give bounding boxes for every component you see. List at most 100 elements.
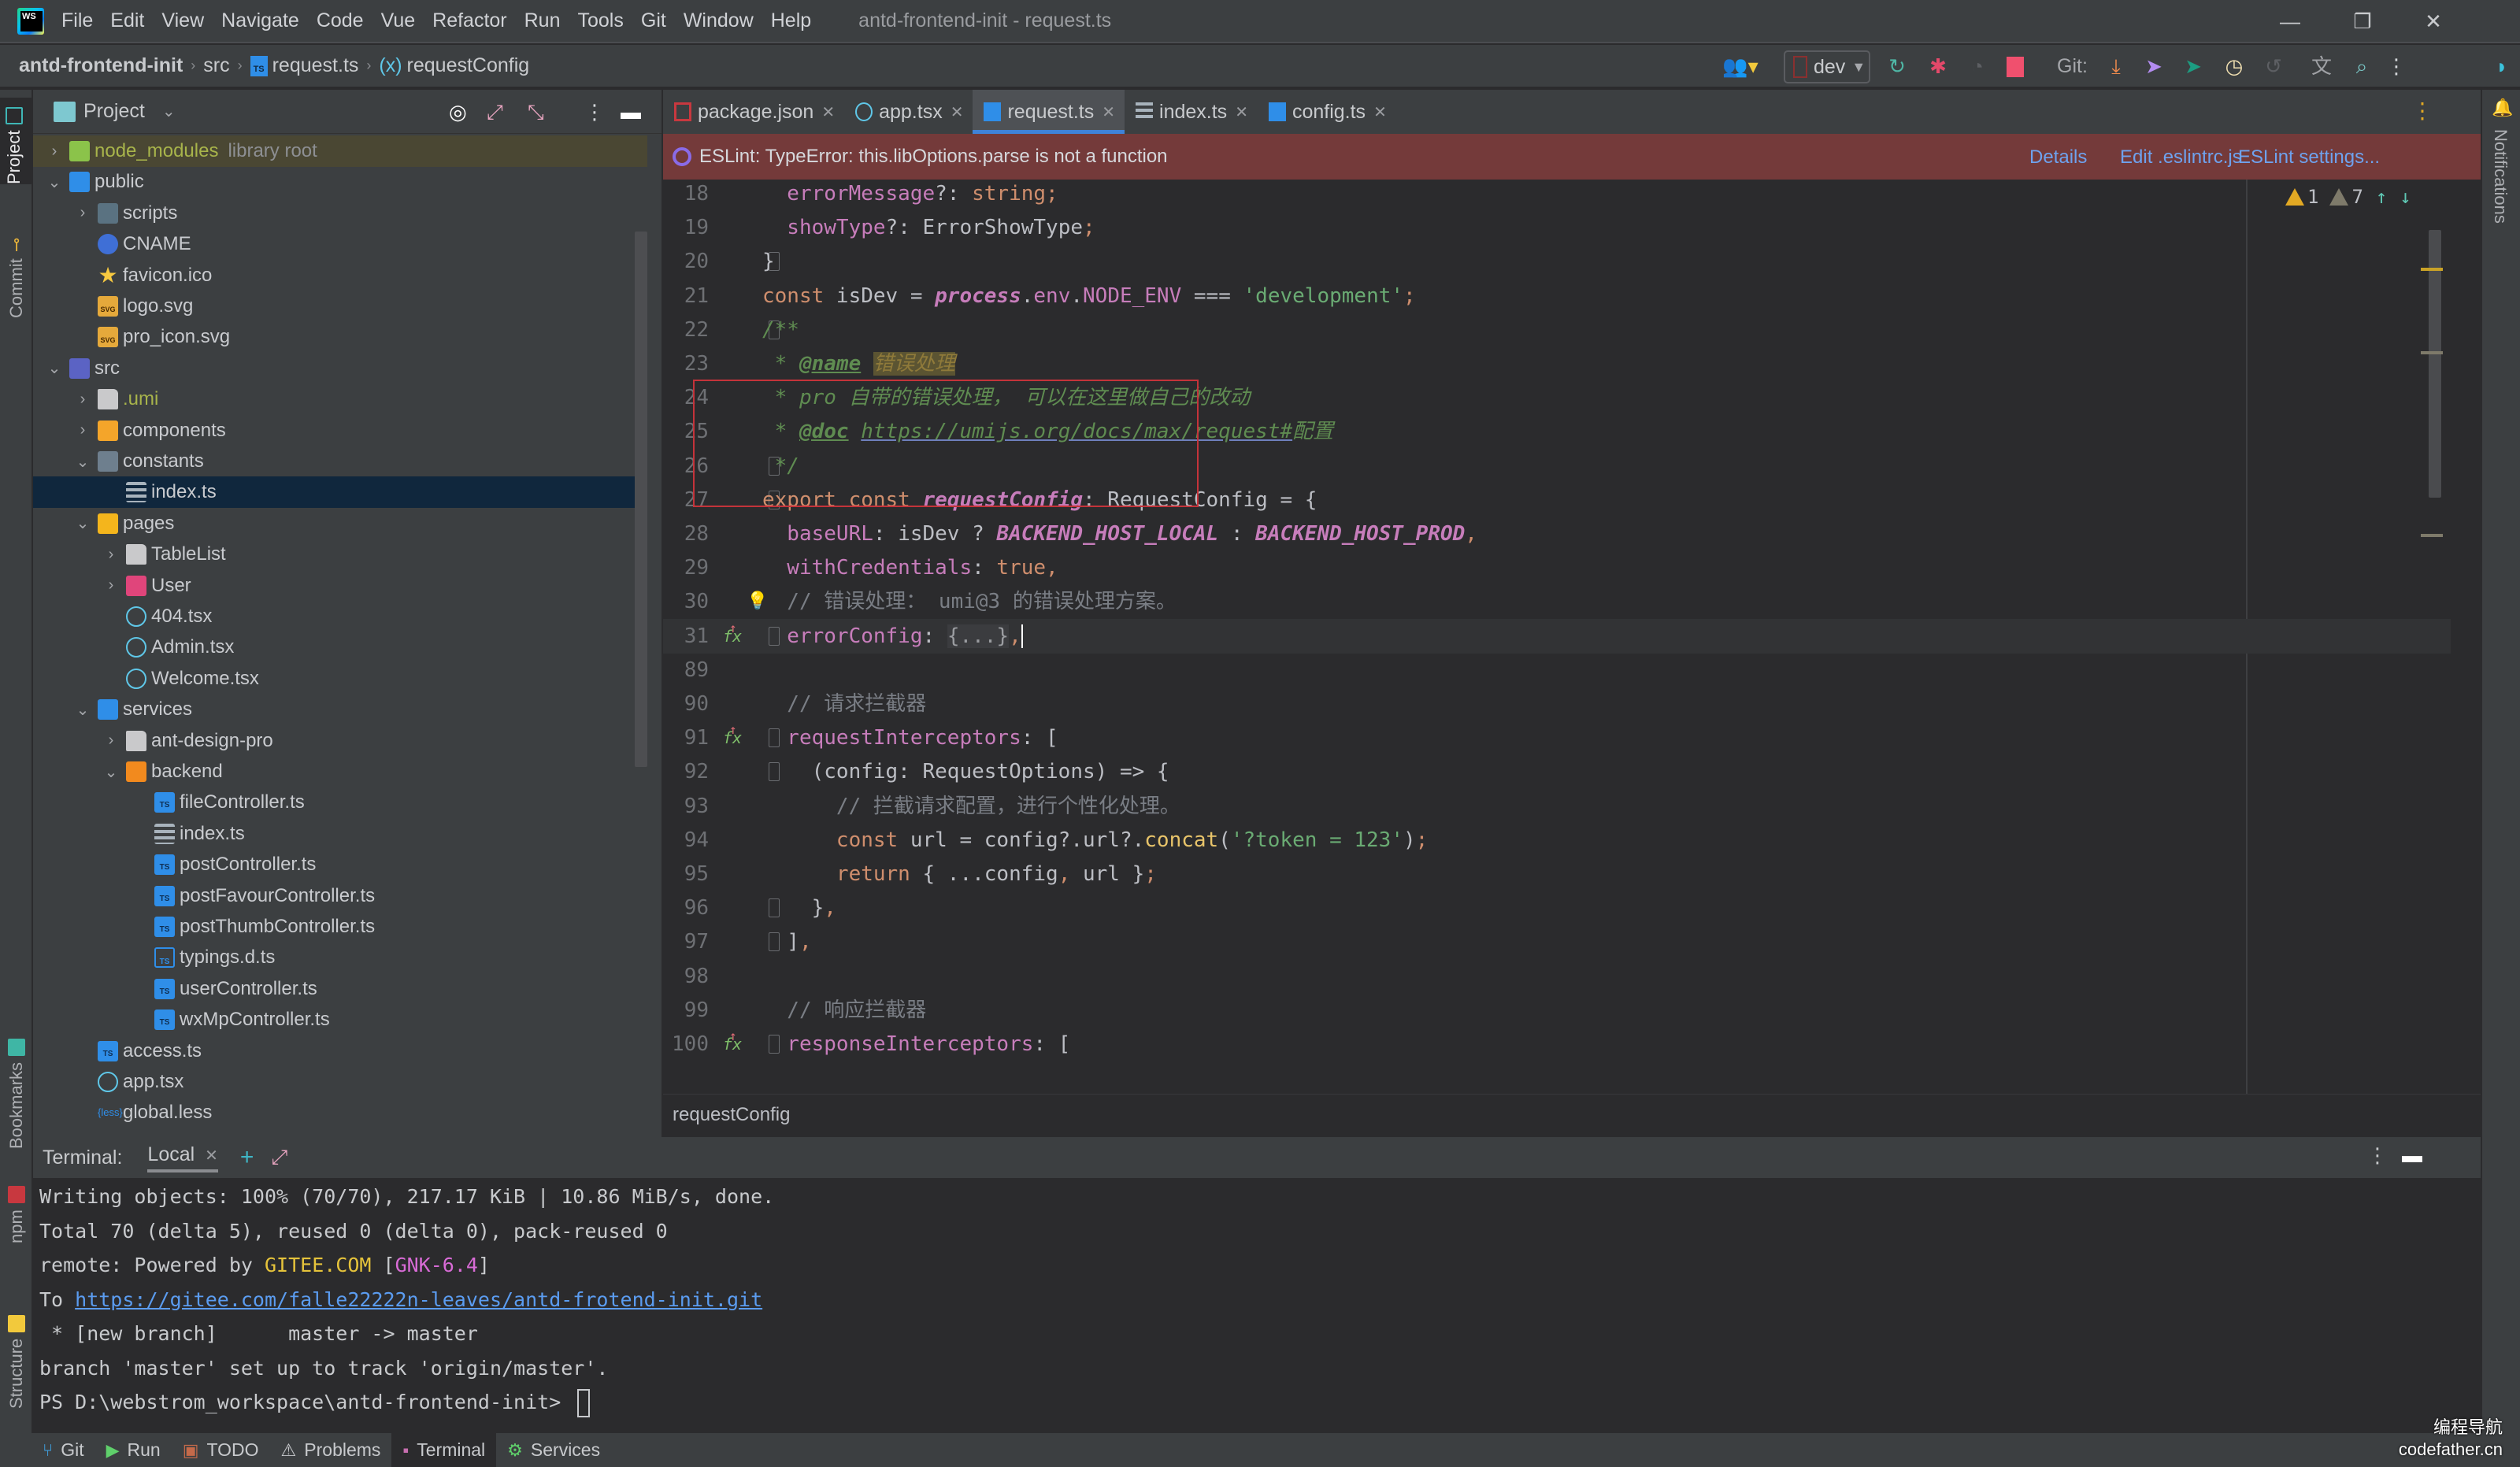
weak-warning-marker[interactable] [2421,534,2443,537]
chevron-right-icon[interactable]: › [74,204,91,222]
tree-item[interactable]: TS postThumbController.ts [33,911,647,943]
tabs-more-icon[interactable]: ⋮ [2411,98,2433,124]
tree-item[interactable]: TS userController.ts [33,973,647,1005]
chevron-down-icon[interactable]: ⌄ [74,513,91,533]
search-icon[interactable]: ⌕ [2350,52,2374,80]
tab-index-ts[interactable]: index.ts ✕ [1125,90,1258,134]
tool-tab-run[interactable]: ▶ Run [95,1433,172,1467]
lightbulb-icon[interactable]: 💡 [747,584,768,619]
tree-item[interactable]: {less} global.less [33,1097,647,1128]
tree-item[interactable]: app.tsx [33,1066,647,1098]
code-line[interactable]: 91 fx requestInterceptors: [ [663,713,2451,755]
stop-icon[interactable] [2007,57,2024,77]
code-line[interactable]: 100 fx responseInterceptors: [ [663,1019,2451,1061]
code-line[interactable]: 99 // 响应拦截器 [663,993,2451,1028]
expand-all-icon[interactable]: ⤢ [487,99,503,124]
edit-eslintrc-link[interactable]: Edit .eslintrc.js [2120,146,2242,169]
menu-edit[interactable]: Edit [110,9,144,32]
code-token[interactable]: https://umijs.org/docs/max/request# [861,420,1292,443]
tree-item[interactable]: › TableList [33,539,647,570]
tab-app-tsx[interactable]: app.tsx ✕ [844,90,973,134]
tool-tab-npm[interactable]: npm [3,1165,30,1243]
tree-item[interactable]: › components [33,415,647,446]
details-link[interactable]: Details [2029,146,2087,169]
git-push-icon[interactable]: ➤ [2181,52,2205,80]
tree-item[interactable]: TS fileController.ts [33,787,647,818]
menu-git[interactable]: Git [641,9,666,32]
tab-package-json[interactable]: package.json ✕ [663,90,844,134]
tree-item[interactable]: › scripts [33,198,647,229]
tree-scrollbar[interactable] [635,232,647,767]
breadcrumb-project[interactable]: antd-frontend-init [19,54,183,77]
tree-item[interactable]: index.ts [33,818,647,850]
code-line[interactable]: 29 withCredentials: true, [663,550,2451,585]
implementation-gutter-icon[interactable]: fx [723,611,742,654]
menu-help[interactable]: Help [771,9,811,32]
tree-item[interactable]: › .umi [33,383,647,415]
chevron-right-icon[interactable]: › [74,421,91,439]
tree-item[interactable]: TS postFavourController.ts [33,880,647,912]
tool-tab-project[interactable]: Project [0,98,32,184]
hide-panel-icon[interactable]: ▬ [2402,1143,2422,1168]
run-config-selector[interactable]: dev ▼ [1784,50,1870,83]
tree-item[interactable]: TS typings.d.ts [33,942,647,973]
code-line[interactable]: 92 (config: RequestOptions) => { [663,754,2451,789]
code-line[interactable]: 21 const isDev = process.env.NODE_ENV ===… [663,279,2451,313]
code-line[interactable]: 94 const url = config?.url?.concat('?tok… [663,823,2451,858]
tab-config-ts[interactable]: config.ts ✕ [1258,90,1396,134]
tree-item[interactable]: ⌄ pages [33,508,647,539]
tree-item[interactable]: › node_modules library root [33,135,647,167]
tool-tab-terminal[interactable]: ▪ Terminal [391,1433,497,1467]
tree-item[interactable]: SVG pro_icon.svg [33,321,647,353]
git-commit-icon[interactable]: ➤ [2142,52,2166,80]
terminal-output[interactable]: Writing objects: 100% (70/70), 217.17 Ki… [39,1180,2473,1420]
menu-vue[interactable]: Vue [381,9,416,32]
chevron-down-icon[interactable]: ⌄ [74,452,91,472]
maximize-icon[interactable]: ⤢ [271,1145,287,1170]
code-line[interactable]: 18 errorMessage?: string; [663,180,2451,211]
previous-highlight-icon[interactable]: ↑ [2376,186,2387,208]
implementation-gutter-icon[interactable]: fx [723,713,742,755]
rollback-icon[interactable]: ↺ [2260,52,2287,80]
breadcrumb-folder[interactable]: src [203,54,229,77]
restore-button[interactable]: ❐ [2347,8,2378,35]
tool-tab-git[interactable]: ⑂ Git [32,1433,95,1467]
code-line[interactable]: 89 [663,653,2451,687]
eslint-settings-link[interactable]: ESLint settings... [2238,146,2380,169]
tree-item[interactable]: CNAME [33,228,647,260]
locate-file-icon[interactable]: ◎ [449,99,467,124]
code-line[interactable]: 20} [663,244,2451,279]
breadcrumb-file[interactable]: request.ts [272,54,359,77]
git-update-icon[interactable]: ⤓ [2104,52,2128,80]
menu-refactor[interactable]: Refactor [432,9,506,32]
chevron-down-icon[interactable]: ⌄ [102,762,120,782]
chevron-right-icon[interactable]: › [46,143,63,161]
warning-marker[interactable] [2421,268,2443,271]
menu-view[interactable]: View [161,9,204,32]
tool-tab-services[interactable]: ⚙ Services [496,1433,611,1467]
chevron-right-icon[interactable]: › [102,546,120,564]
close-tab-icon[interactable]: ✕ [821,102,835,122]
code-line[interactable]: 22 /** [663,313,2451,347]
breadcrumb-symbol[interactable]: requestConfig [407,54,530,77]
tree-item[interactable]: Welcome.tsx [33,663,647,695]
new-terminal-icon[interactable]: + [240,1144,254,1171]
history-icon[interactable]: ◷ [2221,52,2248,80]
close-tab-icon[interactable]: ✕ [1235,102,1248,122]
project-view-selector[interactable]: Project [83,100,145,123]
minimize-button[interactable]: — [2274,8,2306,35]
tab-request-ts[interactable]: request.ts ✕ [973,90,1125,134]
close-tab-icon[interactable]: ✕ [1373,102,1387,122]
plugin-icon[interactable]: ◗ [2488,52,2515,80]
more-icon[interactable]: ⋮ [2367,1143,2388,1168]
tree-item[interactable]: ⌄ backend [33,756,647,787]
code-line[interactable]: 97 ], [663,924,2451,959]
tree-item[interactable]: ⌄ services [33,694,647,725]
close-window-button[interactable]: ✕ [2418,8,2449,35]
code-line[interactable]: 27 export const requestConfig: RequestCon… [663,483,2451,517]
users-icon[interactable]: 👥▾ [1721,52,1760,80]
code-line[interactable]: 30 // 错误处理： umi@3 的错误处理方案。 💡 [663,584,2451,619]
tool-tab-commit[interactable]: Commit ⊸ [3,216,30,318]
tree-item[interactable]: SVG logo.svg [33,291,647,322]
implementation-gutter-icon[interactable]: fx [723,1019,742,1061]
